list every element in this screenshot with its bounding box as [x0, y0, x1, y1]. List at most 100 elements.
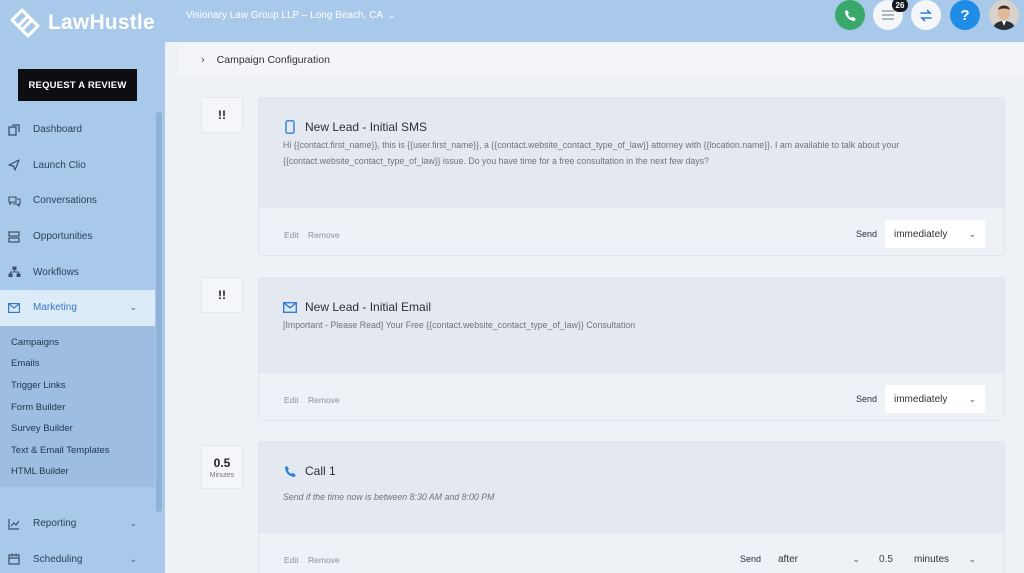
sidebar-item-label: Launch Clio — [33, 159, 86, 171]
step-marker-unit: Minutes — [209, 471, 235, 479]
card-footer: Edit Remove Send after ⌄ 0.5 minutes ⌄ — [259, 532, 1004, 573]
card-title: New Lead - Initial SMS — [283, 120, 980, 134]
sidebar-nav: Dashboard Launch Clio Conversations Oppo… — [0, 112, 155, 487]
chevron-down-icon: ⌄ — [968, 393, 976, 404]
chevron-down-icon: ⌄ — [387, 10, 396, 20]
submenu-item-html-builder[interactable]: HTML Builder — [0, 461, 155, 483]
step-marker-value: !! — [218, 288, 226, 302]
chevron-down-icon: ⌄ — [968, 228, 976, 239]
step-title: New Lead - Initial Email — [305, 300, 432, 314]
submenu-item-campaigns[interactable]: Campaigns — [0, 332, 155, 354]
send-label: Send — [856, 229, 878, 239]
submenu-item-templates[interactable]: Text & Email Templates — [0, 440, 155, 462]
sidebar-nav-bottom: Reporting ⌄ Scheduling ⌄ — [0, 506, 155, 573]
card-header: New Lead - Initial Email [Important - Pl… — [259, 278, 1004, 373]
chevron-right-icon: › — [201, 54, 205, 66]
delay-value-input[interactable]: 0.5 — [879, 554, 893, 565]
lawhustle-logo-icon — [9, 7, 41, 39]
campaign-configuration-label: Campaign Configuration — [216, 54, 330, 66]
step-title: Call 1 — [305, 464, 336, 478]
edit-link[interactable]: Edit — [284, 230, 299, 240]
switch-button[interactable] — [911, 0, 941, 30]
send-icon — [7, 158, 21, 172]
submenu-item-emails[interactable]: Emails — [0, 353, 155, 375]
card-footer: Edit Remove Send immediately ⌄ — [259, 207, 1004, 255]
phone-call-button[interactable] — [835, 0, 865, 30]
campaign-step-card[interactable]: New Lead - Initial SMS Hi {{contact.firs… — [258, 97, 1005, 256]
submenu-item-trigger-links[interactable]: Trigger Links — [0, 375, 155, 397]
sidebar-item-marketing[interactable]: Marketing ⌄ — [0, 289, 155, 326]
envelope-icon — [283, 300, 297, 314]
chevron-down-icon: ⌄ — [129, 301, 137, 312]
sidebar-item-workflows[interactable]: Workflows — [0, 254, 155, 290]
chevron-down-icon: ⌄ — [129, 518, 137, 528]
sidebar-item-launch-clio[interactable]: Launch Clio — [0, 148, 155, 184]
remove-link[interactable]: Remove — [308, 555, 340, 565]
edit-link[interactable]: Edit — [284, 555, 299, 565]
request-review-button[interactable]: REQUEST A REVIEW — [18, 69, 137, 101]
send-timing-select[interactable]: immediately ⌄ — [885, 385, 985, 413]
sidebar-item-label: Conversations — [33, 195, 97, 207]
step-marker: 0.5 Minutes — [201, 445, 243, 489]
send-label: Send — [740, 554, 762, 564]
chevron-down-icon: ⌄ — [129, 553, 137, 564]
marketing-submenu: Campaigns Emails Trigger Links Form Buil… — [0, 325, 155, 487]
submenu-item-survey-builder[interactable]: Survey Builder — [0, 418, 155, 440]
delay-unit-value: minutes — [914, 553, 950, 565]
workflow-icon — [7, 265, 21, 279]
swap-arrows-icon — [920, 9, 932, 21]
profile-photo-icon — [989, 0, 1019, 30]
user-avatar[interactable] — [989, 0, 1019, 30]
chat-icon — [7, 194, 21, 208]
sidebar-item-scheduling[interactable]: Scheduling ⌄ — [0, 542, 155, 573]
call-icon — [283, 464, 297, 478]
send-label: Send — [856, 394, 878, 404]
notification-count-badge: 26 — [892, 0, 908, 12]
sidebar-item-label: Scheduling — [33, 553, 83, 565]
send-timing-value: immediately — [894, 393, 948, 405]
company-selector[interactable]: Visionary Law Group LLP – Long Beach, CA… — [186, 10, 396, 21]
step-condition-text: Send if the time now is between 8:30 AM … — [283, 492, 495, 502]
send-timing-select[interactable]: immediately ⌄ — [885, 220, 985, 248]
chevron-down-icon: ⌄ — [852, 553, 860, 564]
step-marker-value: !! — [218, 108, 226, 122]
sidebar-scrollbar[interactable] — [156, 112, 162, 512]
campaign-configuration-toggle[interactable]: › Campaign Configuration — [179, 44, 1024, 76]
submenu-item-form-builder[interactable]: Form Builder — [0, 396, 155, 418]
stack-icon — [7, 230, 21, 244]
card-title: Call 1 — [283, 464, 980, 478]
sidebar-item-label: Workflows — [33, 266, 79, 278]
card-header: Call 1 Send if the time now is between 8… — [259, 442, 1004, 534]
card-header: New Lead - Initial SMS Hi {{contact.firs… — [259, 98, 1004, 208]
step-body-text: Hi {{contact.first_name}}, this is {{use… — [283, 140, 900, 166]
brand-name: LawHustle — [48, 11, 155, 34]
logo[interactable]: LawHustle — [8, 6, 155, 40]
phone-icon — [844, 9, 856, 21]
phone-sms-icon — [283, 120, 297, 134]
card-footer: Edit Remove Send immediately ⌄ — [259, 372, 1004, 420]
send-timing-value: immediately — [894, 228, 948, 240]
step-marker-value: 0.5 — [213, 455, 231, 470]
sidebar-item-label: Reporting — [33, 518, 77, 530]
main-content: › Campaign Configuration !! New Lead - I… — [165, 42, 1024, 573]
campaign-step-card[interactable]: Call 1 Send if the time now is between 8… — [258, 441, 1005, 573]
sidebar-item-label: Marketing — [33, 302, 77, 314]
dashboard-icon — [7, 123, 21, 137]
help-button[interactable]: ? — [950, 0, 980, 30]
edit-link[interactable]: Edit — [284, 395, 299, 405]
step-body-text: [Important - Please Read] Your Free {{co… — [283, 320, 636, 330]
remove-link[interactable]: Remove — [308, 230, 340, 240]
remove-link[interactable]: Remove — [308, 395, 340, 405]
send-timing-select[interactable]: after ⌄ — [769, 545, 869, 573]
sidebar: LawHustle REQUEST A REVIEW Dashboard Lau… — [0, 0, 165, 573]
chevron-down-icon: ⌄ — [968, 553, 976, 564]
sidebar-item-reporting[interactable]: Reporting ⌄ — [0, 506, 155, 542]
sidebar-item-dashboard[interactable]: Dashboard — [0, 112, 155, 148]
campaign-step-card[interactable]: New Lead - Initial Email [Important - Pl… — [258, 277, 1005, 421]
sidebar-item-conversations[interactable]: Conversations — [0, 183, 155, 219]
sidebar-item-opportunities[interactable]: Opportunities — [0, 219, 155, 255]
delay-unit-select[interactable]: minutes ⌄ — [905, 545, 985, 573]
step-marker: !! — [201, 97, 243, 133]
company-name: Visionary Law Group LLP – Long Beach, CA — [186, 10, 383, 21]
step-marker: !! — [201, 277, 243, 313]
